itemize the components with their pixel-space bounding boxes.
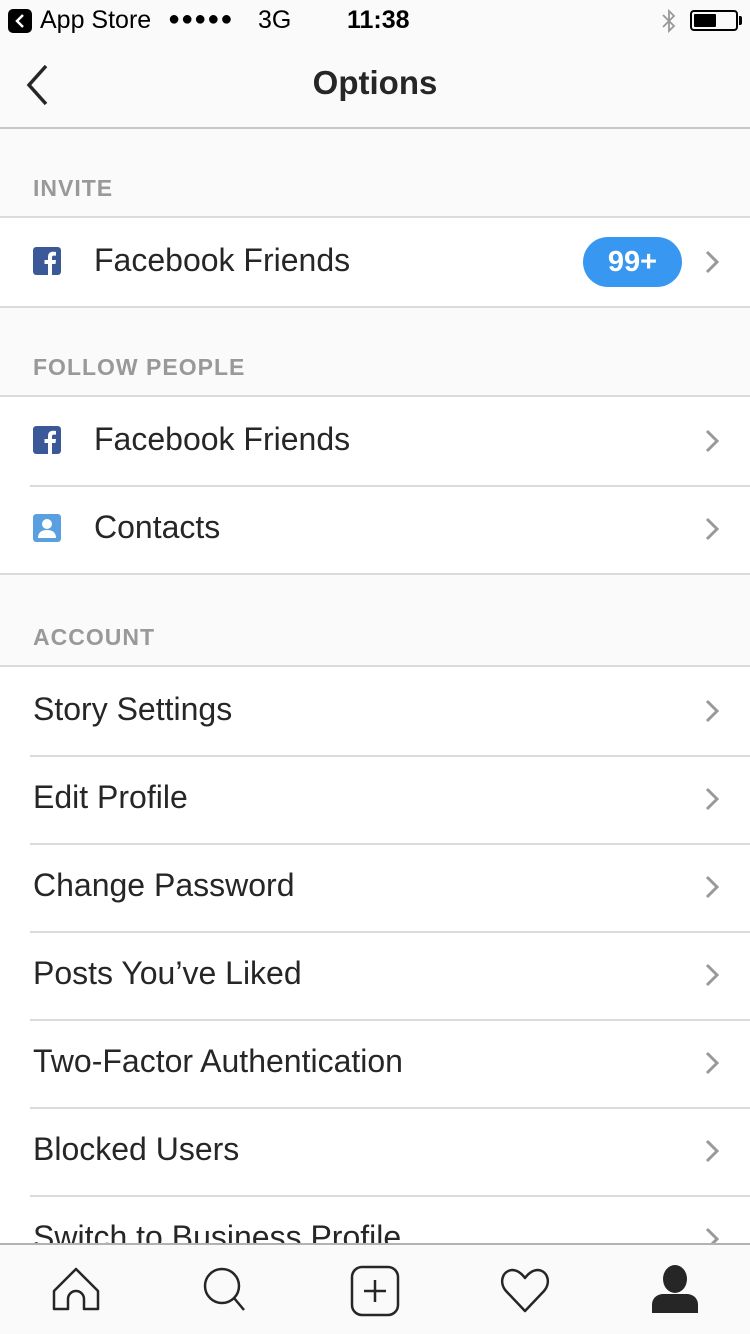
section-header-invite: INVITE: [0, 129, 750, 218]
navigation-bar: Options: [0, 40, 750, 129]
home-icon: [52, 1267, 100, 1311]
search-icon: [203, 1267, 245, 1311]
row-label: Story Settings: [33, 691, 233, 727]
battery-tip: [739, 16, 742, 25]
row-label: Posts You’ve Liked: [33, 955, 302, 991]
chevron-right-icon: [705, 429, 720, 453]
account-row-change-password[interactable]: Change Password: [0, 843, 750, 931]
follow-contacts[interactable]: Contacts: [0, 485, 750, 573]
back-to-app-button[interactable]: [8, 9, 32, 33]
section-title: INVITE: [33, 175, 114, 201]
chevron-right-icon: [705, 250, 720, 274]
chevron-right-icon: [705, 1051, 720, 1075]
bluetooth-icon: [662, 8, 676, 34]
tab-profile[interactable]: [646, 1265, 706, 1317]
account-row-story-settings[interactable]: Story Settings: [0, 667, 750, 755]
battery-level: [694, 14, 716, 27]
account-group: Story Settings Edit Profile Change Passwor…: [0, 667, 750, 1243]
signal-strength: ●●●●●: [168, 8, 234, 30]
account-row-two-factor-authentication[interactable]: Two-Factor Authentication: [0, 1019, 750, 1107]
options-list[interactable]: INVITE Facebook Friends 99+ FOLLOW PEOPL…: [0, 129, 750, 1243]
battery-icon: [690, 10, 738, 31]
invite-group: Facebook Friends 99+: [0, 218, 750, 308]
page-title: Options: [312, 64, 438, 101]
follow-people-group: Facebook Friends Contacts: [0, 397, 750, 575]
account-row-switch-to-business-profile[interactable]: Switch to Business Profile: [0, 1195, 750, 1243]
chevron-right-icon: [705, 1139, 720, 1163]
add-post-icon: [350, 1265, 400, 1317]
chevron-right-icon: [705, 875, 720, 899]
chevron-right-icon: [705, 699, 720, 723]
contacts-icon: [33, 514, 61, 542]
follow-facebook-friends[interactable]: Facebook Friends: [0, 397, 750, 485]
section-header-account: ACCOUNT: [0, 575, 750, 667]
facebook-icon: [33, 426, 61, 454]
profile-icon: [652, 1265, 698, 1313]
row-label: Facebook Friends: [94, 242, 351, 278]
section-title: FOLLOW PEOPLE: [33, 354, 246, 380]
chevron-right-icon: [705, 787, 720, 811]
status-bar: App Store ●●●●● 3G 11:38: [0, 0, 750, 40]
chevron-right-icon: [705, 517, 720, 541]
tab-activity[interactable]: [496, 1265, 556, 1317]
section-header-follow-people: FOLLOW PEOPLE: [0, 308, 750, 397]
account-row-edit-profile[interactable]: Edit Profile: [0, 755, 750, 843]
back-app-label[interactable]: App Store: [40, 6, 151, 35]
row-label: Blocked Users: [33, 1131, 240, 1167]
tab-home[interactable]: [46, 1265, 106, 1317]
friends-count-badge: 99+: [583, 237, 682, 287]
network-type: 3G: [258, 6, 292, 34]
row-label: Change Password: [33, 867, 295, 903]
tab-bar: [0, 1243, 750, 1334]
chevron-right-icon: [705, 1227, 720, 1243]
row-label: Edit Profile: [33, 779, 188, 815]
tab-search[interactable]: [196, 1265, 256, 1317]
account-row-blocked-users[interactable]: Blocked Users: [0, 1107, 750, 1195]
row-label: Two-Factor Authentication: [33, 1043, 403, 1079]
section-title: ACCOUNT: [33, 624, 155, 650]
heart-icon: [500, 1268, 550, 1313]
account-row-posts-you-ve-liked[interactable]: Posts You’ve Liked: [0, 931, 750, 1019]
row-label: Facebook Friends: [94, 421, 351, 457]
invite-facebook-friends[interactable]: Facebook Friends 99+: [0, 218, 750, 306]
back-arrow-icon: [15, 14, 24, 28]
row-label: Switch to Business Profile: [33, 1219, 402, 1243]
clock: 11:38: [347, 6, 410, 34]
row-label: Contacts: [94, 509, 221, 545]
facebook-icon: [33, 247, 61, 275]
chevron-right-icon: [705, 963, 720, 987]
tab-new-post[interactable]: [346, 1265, 406, 1317]
